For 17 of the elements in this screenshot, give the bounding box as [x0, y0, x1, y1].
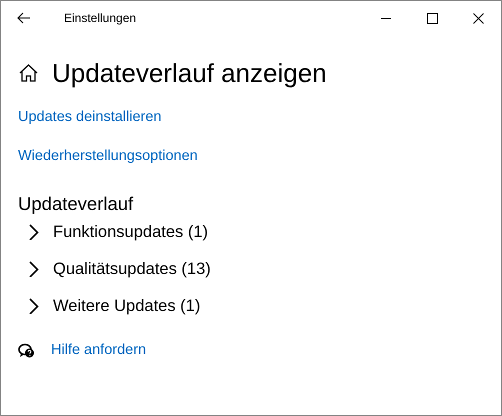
help-link[interactable]: Hilfe anfordern — [51, 340, 146, 362]
page-title: Updateverlauf anzeigen — [52, 57, 327, 90]
help-chat-icon — [18, 342, 35, 359]
section-heading: Updateverlauf — [18, 192, 134, 216]
back-arrow-icon — [17, 12, 31, 24]
maximize-icon — [426, 12, 438, 24]
link[interactable]: Updates deinstallieren — [18, 107, 162, 128]
chevron-icon — [28, 261, 40, 277]
link[interactable]: Wiederherstellungsoptionen — [18, 146, 198, 167]
home-icon — [19, 64, 38, 82]
close-icon — [472, 12, 484, 24]
window-title: Einstellungen — [64, 10, 136, 27]
expandable-group[interactable]: Funktionsupdates (1) — [28, 220, 208, 244]
chevron-icon — [28, 298, 40, 314]
chevron-icon — [28, 224, 40, 240]
expandable-group[interactable]: Weitere Updates (1) — [28, 294, 200, 318]
expandable-group[interactable]: Qualitätsupdates (13) — [28, 257, 211, 281]
